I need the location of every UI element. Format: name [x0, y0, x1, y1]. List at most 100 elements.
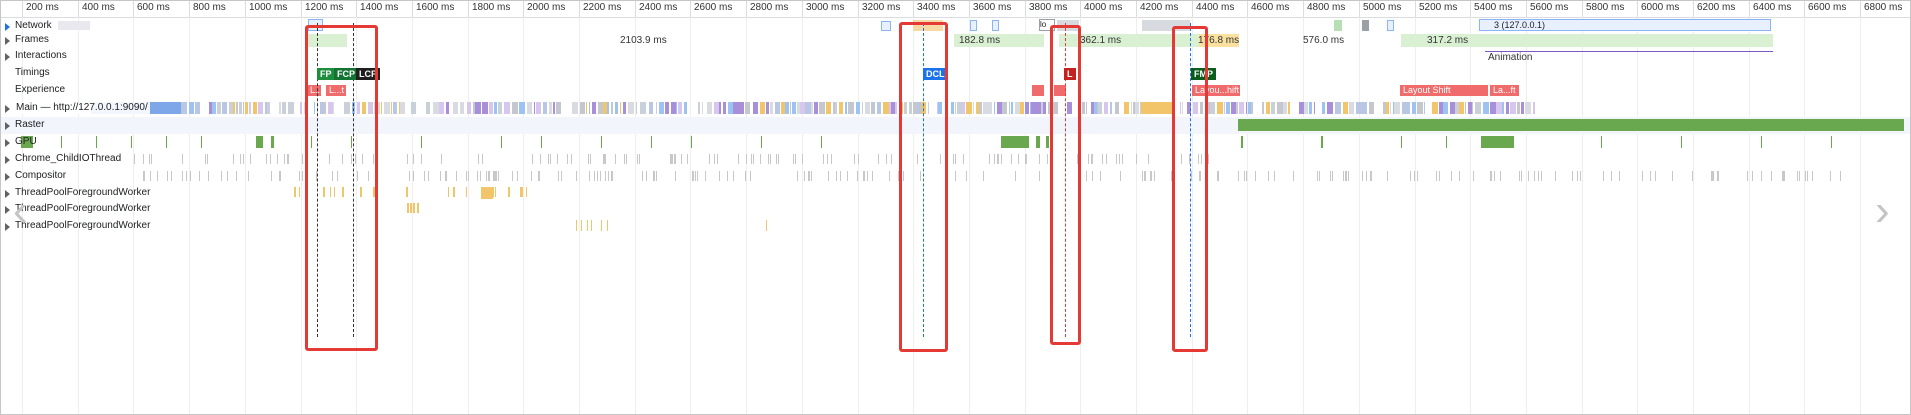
worker-task[interactable]	[410, 203, 412, 213]
compositor-task[interactable]	[1330, 171, 1331, 181]
compositor-task[interactable]	[498, 171, 499, 181]
compositor-task[interactable]	[1541, 171, 1542, 181]
worker-task[interactable]	[607, 220, 608, 231]
gpu-task[interactable]	[1241, 136, 1243, 148]
io-task[interactable]	[670, 154, 671, 164]
compositor-task[interactable]	[248, 171, 249, 181]
compositor-task[interactable]	[299, 171, 300, 181]
main-task[interactable]	[1237, 102, 1238, 114]
io-task[interactable]	[717, 154, 718, 164]
compositor-task[interactable]	[1840, 171, 1841, 181]
main-task[interactable]	[1271, 102, 1275, 114]
io-task[interactable]	[878, 154, 879, 164]
main-task[interactable]	[1322, 102, 1325, 114]
main-task[interactable]	[1266, 102, 1270, 114]
io-task[interactable]	[571, 154, 572, 164]
io-task[interactable]	[854, 154, 855, 164]
compositor-task[interactable]	[1439, 171, 1440, 181]
worker-task[interactable]	[299, 187, 300, 197]
main-task[interactable]	[760, 102, 765, 114]
main-task[interactable]	[979, 102, 982, 114]
compositor-task[interactable]	[236, 171, 237, 181]
main-task[interactable]	[1104, 102, 1108, 114]
compositor-task[interactable]	[227, 171, 228, 181]
io-task[interactable]	[671, 154, 672, 164]
main-task[interactable]	[553, 102, 555, 114]
main-task[interactable]	[659, 102, 664, 114]
main-task[interactable]	[1390, 102, 1391, 114]
main-task[interactable]	[381, 102, 382, 114]
compositor-task[interactable]	[1371, 171, 1372, 181]
main-task[interactable]	[871, 102, 875, 114]
io-task[interactable]	[760, 154, 761, 164]
main-task[interactable]	[994, 102, 995, 114]
track-main[interactable]: Main — http://127.0.0.1:9090/	[1, 100, 1910, 117]
main-task[interactable]	[607, 102, 609, 114]
worker-task[interactable]	[466, 187, 467, 197]
compositor-task[interactable]	[1410, 171, 1411, 181]
compositor-task[interactable]	[446, 171, 447, 181]
compositor-task[interactable]	[675, 171, 676, 181]
layout-shift[interactable]: La...ft	[1490, 85, 1519, 96]
compositor-task[interactable]	[1218, 171, 1219, 181]
compositor-task[interactable]	[1752, 171, 1753, 181]
compositor-task[interactable]	[208, 171, 209, 181]
main-task[interactable]	[951, 102, 954, 114]
main-task[interactable]	[1465, 102, 1466, 114]
main-task[interactable]	[1031, 102, 1041, 114]
compositor-task[interactable]	[1451, 171, 1452, 181]
compositor-task[interactable]	[1718, 171, 1719, 181]
compositor-task[interactable]	[409, 171, 410, 181]
worker-task[interactable]	[495, 187, 496, 197]
main-task[interactable]	[253, 102, 257, 114]
io-task[interactable]	[989, 154, 990, 164]
io-task[interactable]	[624, 154, 625, 164]
main-task[interactable]	[1020, 102, 1024, 114]
main-task[interactable]	[955, 102, 956, 114]
io-task[interactable]	[1122, 154, 1123, 164]
io-task[interactable]	[1092, 154, 1093, 164]
main-task[interactable]	[1304, 102, 1308, 114]
main-task[interactable]	[785, 102, 789, 114]
io-task[interactable]	[1001, 154, 1002, 164]
io-task[interactable]	[478, 154, 479, 164]
expand-icon[interactable]	[5, 206, 10, 214]
track-worker-2[interactable]: ThreadPoolForegroundWorker	[1, 201, 1910, 218]
main-task[interactable]	[1262, 102, 1264, 114]
io-task[interactable]	[1116, 154, 1117, 164]
io-task[interactable]	[1088, 154, 1089, 164]
main-task[interactable]	[770, 102, 773, 114]
io-task[interactable]	[284, 154, 285, 164]
compositor-task[interactable]	[413, 171, 414, 181]
compositor-task[interactable]	[1366, 171, 1367, 181]
main-task[interactable]	[189, 102, 194, 114]
expand-icon[interactable]	[5, 156, 10, 164]
main-task[interactable]	[1141, 102, 1173, 114]
main-task[interactable]	[489, 102, 493, 114]
compositor-task[interactable]	[1154, 171, 1155, 181]
compositor-task[interactable]	[1642, 171, 1643, 181]
compositor-task[interactable]	[488, 171, 489, 181]
compositor-task[interactable]	[1244, 171, 1245, 181]
compositor-task[interactable]	[589, 171, 590, 181]
io-task[interactable]	[738, 154, 739, 164]
compositor-task[interactable]	[1238, 171, 1239, 181]
gpu-task[interactable]	[1401, 136, 1402, 148]
io-task[interactable]	[243, 154, 244, 164]
expand-icon[interactable]	[5, 105, 10, 113]
main-task[interactable]	[1082, 102, 1085, 114]
compositor-task[interactable]	[1603, 171, 1604, 181]
main-task[interactable]	[1510, 102, 1516, 114]
io-task[interactable]	[250, 154, 251, 164]
compositor-task[interactable]	[186, 171, 187, 181]
main-task[interactable]	[245, 102, 248, 114]
main-task[interactable]	[195, 102, 200, 114]
compositor-task[interactable]	[1534, 171, 1535, 181]
compositor-task[interactable]	[1417, 171, 1418, 181]
io-task[interactable]	[776, 154, 777, 164]
worker-task[interactable]	[406, 187, 408, 197]
io-task[interactable]	[802, 154, 803, 164]
gpu-task[interactable]	[271, 136, 274, 148]
compositor-task[interactable]	[1100, 171, 1101, 181]
worker-task[interactable]	[448, 187, 449, 197]
